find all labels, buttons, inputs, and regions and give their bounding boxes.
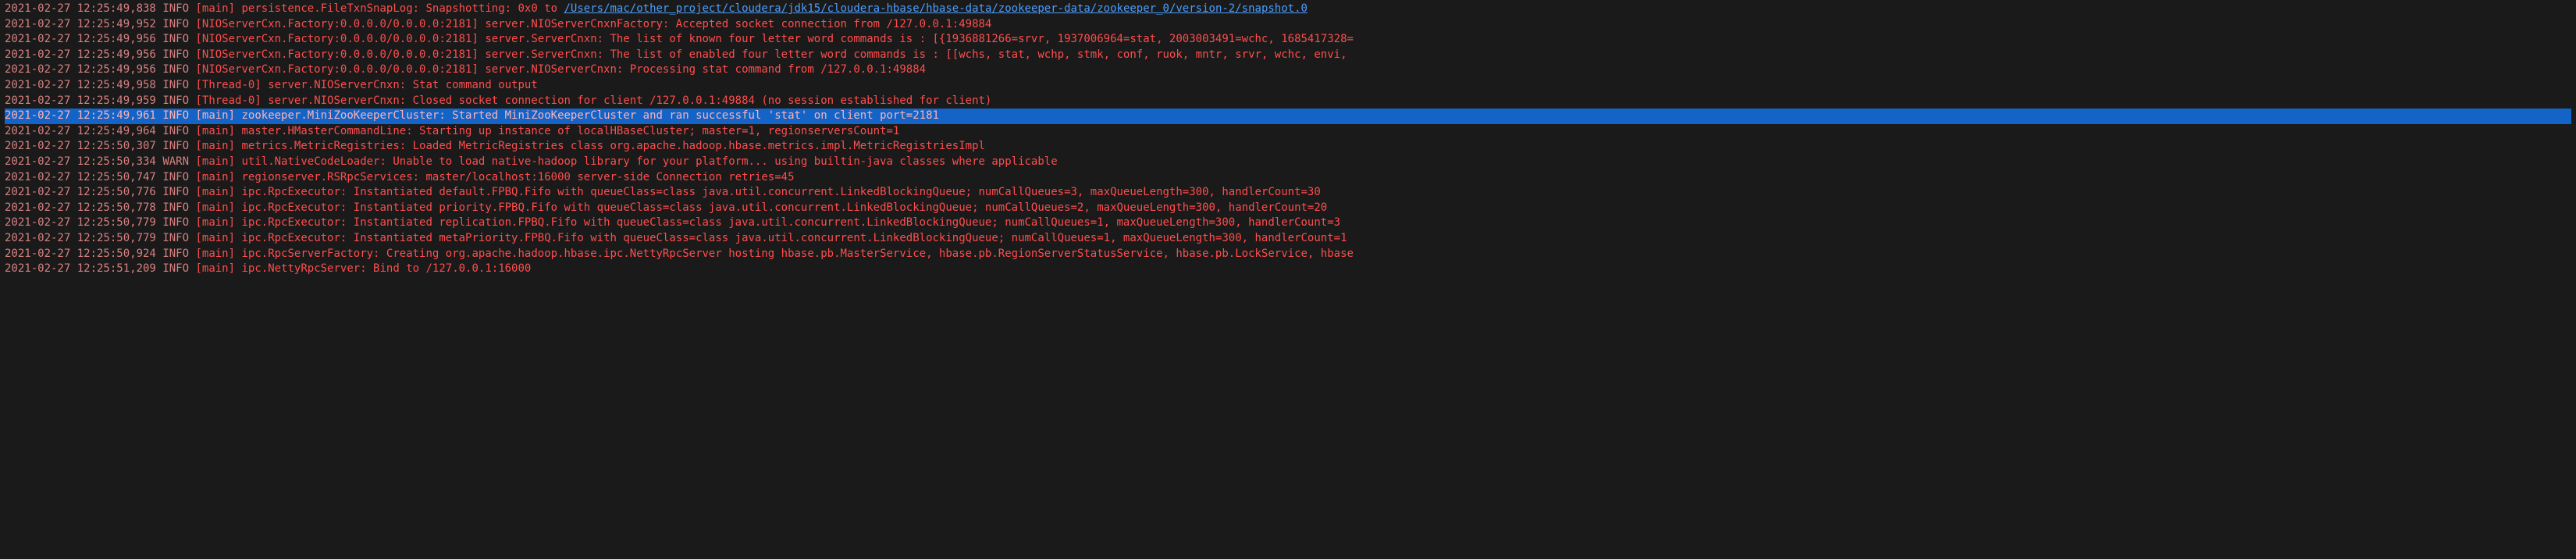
log-timestamp: 2021-02-27 12:25:49,961 [5, 109, 156, 122]
log-timestamp: 2021-02-27 12:25:50,776 [5, 186, 156, 198]
log-level: INFO [162, 232, 189, 244]
log-thread: [main] [195, 247, 235, 260]
log-message: ipc.RpcExecutor: Instantiated default.FP… [241, 186, 1320, 198]
log-line: 2021-02-27 12:25:49,964 INFO [main] mast… [5, 124, 2571, 140]
log-timestamp: 2021-02-27 12:25:49,952 [5, 18, 156, 30]
log-timestamp: 2021-02-27 12:25:49,956 [5, 48, 156, 61]
log-line: 2021-02-27 12:25:49,838 INFO [main] pers… [5, 2, 2571, 17]
log-line: 2021-02-27 12:25:50,307 INFO [main] metr… [5, 139, 2571, 155]
log-thread: [NIOServerCxn.Factory:0.0.0.0/0.0.0.0:21… [195, 33, 478, 45]
log-message: persistence.FileTxnSnapLog: Snapshotting… [241, 2, 564, 15]
log-thread: [NIOServerCxn.Factory:0.0.0.0/0.0.0.0:21… [195, 63, 478, 76]
log-thread: [NIOServerCxn.Factory:0.0.0.0/0.0.0.0:21… [195, 48, 478, 61]
log-thread: [main] [195, 262, 235, 275]
log-level: INFO [162, 262, 189, 275]
log-line: 2021-02-27 12:25:51,209 INFO [main] ipc.… [5, 262, 2571, 277]
log-level: INFO [162, 94, 189, 107]
log-message: server.ServerCnxn: The list of known fou… [485, 33, 1354, 45]
log-thread: [main] [195, 186, 235, 198]
log-thread: [main] [195, 125, 235, 137]
log-level: INFO [162, 63, 189, 76]
log-thread: [main] [195, 140, 235, 152]
log-level: INFO [162, 125, 189, 137]
log-line: 2021-02-27 12:25:50,924 INFO [main] ipc.… [5, 247, 2571, 262]
log-message: ipc.RpcServerFactory: Creating org.apach… [241, 247, 1353, 260]
log-timestamp: 2021-02-27 12:25:51,209 [5, 262, 156, 275]
log-level: INFO [162, 171, 189, 183]
log-thread: [main] [195, 155, 235, 168]
log-line: 2021-02-27 12:25:50,779 INFO [main] ipc.… [5, 215, 2571, 231]
log-line: 2021-02-27 12:25:49,956 INFO [NIOServerC… [5, 48, 2571, 63]
log-timestamp: 2021-02-27 12:25:49,958 [5, 79, 156, 91]
log-message: server.NIOServerCnxn: Processing stat co… [485, 63, 926, 76]
log-level: INFO [162, 18, 189, 30]
log-level: INFO [162, 216, 189, 229]
log-timestamp: 2021-02-27 12:25:49,964 [5, 125, 156, 137]
log-timestamp: 2021-02-27 12:25:49,838 [5, 2, 156, 15]
log-message: master.HMasterCommandLine: Starting up i… [241, 125, 899, 137]
log-level: INFO [162, 109, 189, 122]
log-level: INFO [162, 2, 189, 15]
log-thread: [main] [195, 201, 235, 214]
log-line: 2021-02-27 12:25:49,952 INFO [NIOServerC… [5, 17, 2571, 33]
log-message: ipc.RpcExecutor: Instantiated replicatio… [241, 216, 1340, 229]
log-level: INFO [162, 201, 189, 214]
log-timestamp: 2021-02-27 12:25:50,779 [5, 216, 156, 229]
log-thread: [NIOServerCxn.Factory:0.0.0.0/0.0.0.0:21… [195, 18, 478, 30]
log-level: INFO [162, 247, 189, 260]
log-timestamp: 2021-02-27 12:25:50,307 [5, 140, 156, 152]
log-thread: [main] [195, 232, 235, 244]
log-line: 2021-02-27 12:25:49,956 INFO [NIOServerC… [5, 32, 2571, 48]
log-level: INFO [162, 33, 189, 45]
log-message: metrics.MetricRegistries: Loaded MetricR… [241, 140, 984, 152]
log-link[interactable]: /Users/mac/other_project/cloudera/jdk15/… [564, 2, 1308, 15]
log-output: 2021-02-27 12:25:49,838 INFO [main] pers… [5, 2, 2571, 277]
log-message: server.NIOServerCnxnFactory: Accepted so… [485, 18, 991, 30]
log-line: 2021-02-27 12:25:50,747 INFO [main] regi… [5, 170, 2571, 186]
log-timestamp: 2021-02-27 12:25:50,924 [5, 247, 156, 260]
log-message: ipc.RpcExecutor: Instantiated metaPriori… [241, 232, 1347, 244]
log-line: 2021-02-27 12:25:49,958 INFO [Thread-0] … [5, 78, 2571, 94]
log-level: INFO [162, 186, 189, 198]
log-message: server.NIOServerCnxn: Stat command outpu… [268, 79, 538, 91]
log-timestamp: 2021-02-27 12:25:49,956 [5, 33, 156, 45]
log-level: INFO [162, 140, 189, 152]
log-message: zookeeper.MiniZooKeeperCluster: Started … [241, 109, 938, 122]
log-message: ipc.RpcExecutor: Instantiated priority.F… [241, 201, 1327, 214]
log-line: 2021-02-27 12:25:50,778 INFO [main] ipc.… [5, 201, 2571, 216]
log-line: 2021-02-27 12:25:49,961 INFO [main] zook… [5, 109, 2571, 124]
log-line: 2021-02-27 12:25:50,334 WARN [main] util… [5, 155, 2571, 170]
log-message: ipc.NettyRpcServer: Bind to /127.0.0.1:1… [241, 262, 531, 275]
log-timestamp: 2021-02-27 12:25:50,334 [5, 155, 156, 168]
log-line: 2021-02-27 12:25:50,776 INFO [main] ipc.… [5, 185, 2571, 201]
log-thread: [main] [195, 171, 235, 183]
log-line: 2021-02-27 12:25:49,956 INFO [NIOServerC… [5, 62, 2571, 78]
log-level: INFO [162, 79, 189, 91]
log-level: INFO [162, 48, 189, 61]
log-message: regionserver.RSRpcServices: master/local… [241, 171, 794, 183]
log-timestamp: 2021-02-27 12:25:49,959 [5, 94, 156, 107]
log-thread: [main] [195, 109, 235, 122]
log-line: 2021-02-27 12:25:49,959 INFO [Thread-0] … [5, 94, 2571, 109]
log-message: server.ServerCnxn: The list of enabled f… [485, 48, 1347, 61]
log-message: server.NIOServerCnxn: Closed socket conn… [268, 94, 991, 107]
log-thread: [main] [195, 2, 235, 15]
log-timestamp: 2021-02-27 12:25:49,956 [5, 63, 156, 76]
log-thread: [main] [195, 216, 235, 229]
log-timestamp: 2021-02-27 12:25:50,779 [5, 232, 156, 244]
log-line: 2021-02-27 12:25:50,779 INFO [main] ipc.… [5, 231, 2571, 247]
log-timestamp: 2021-02-27 12:25:50,778 [5, 201, 156, 214]
log-thread: [Thread-0] [195, 94, 261, 107]
log-timestamp: 2021-02-27 12:25:50,747 [5, 171, 156, 183]
log-message: util.NativeCodeLoader: Unable to load na… [241, 155, 1057, 168]
log-level: WARN [162, 155, 189, 168]
log-thread: [Thread-0] [195, 79, 261, 91]
